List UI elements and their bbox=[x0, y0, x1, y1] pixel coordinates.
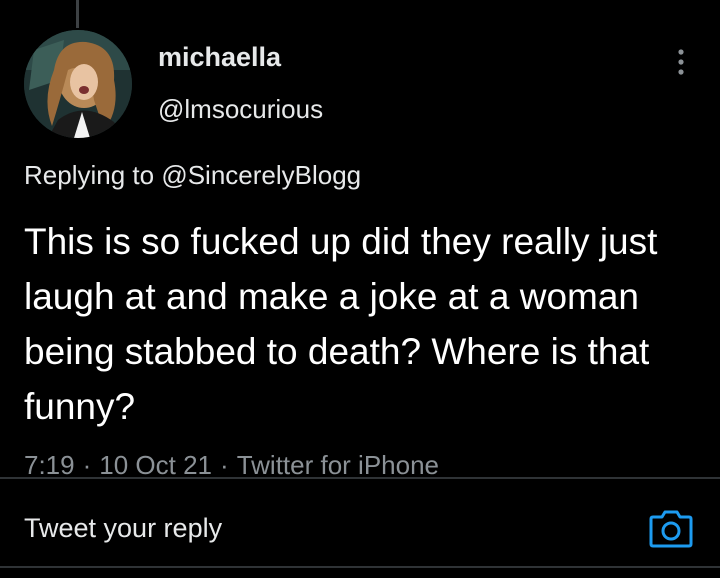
tweet-time[interactable]: 7:19 bbox=[24, 450, 75, 478]
tweet-source[interactable]: Twitter for iPhone bbox=[237, 450, 439, 478]
meta-separator: · bbox=[220, 450, 229, 478]
tweet-date[interactable]: 10 Oct 21 bbox=[99, 450, 212, 478]
tweet-text: This is so fucked up did they really jus… bbox=[24, 221, 658, 427]
replying-to-line: Replying to @SincerelyBlogg bbox=[24, 160, 361, 191]
replying-to-mention[interactable]: @SincerelyBlogg bbox=[161, 160, 361, 190]
camera-button[interactable] bbox=[648, 507, 694, 549]
reply-input[interactable]: Tweet your reply bbox=[24, 513, 222, 544]
avatar-image bbox=[24, 30, 132, 138]
more-vertical-icon bbox=[678, 49, 684, 75]
meta-separator: · bbox=[82, 450, 92, 478]
camera-icon bbox=[649, 510, 693, 548]
avatar[interactable] bbox=[24, 30, 132, 138]
reply-bar: Tweet your reply bbox=[0, 479, 720, 578]
tweet-meta: 7:19 · 10 Oct 21 · Twitter for iPhone bbox=[24, 450, 439, 478]
user-handle[interactable]: @lmsocurious bbox=[158, 94, 323, 125]
bottom-divider bbox=[0, 566, 720, 568]
tweet-detail-screen: michaella @lmsocurious Replying to @Sinc… bbox=[0, 0, 720, 578]
replying-to-label: Replying to bbox=[24, 160, 155, 190]
more-options-button[interactable] bbox=[666, 42, 696, 82]
display-name[interactable]: michaella bbox=[158, 42, 281, 73]
thread-connector-line bbox=[76, 0, 79, 28]
